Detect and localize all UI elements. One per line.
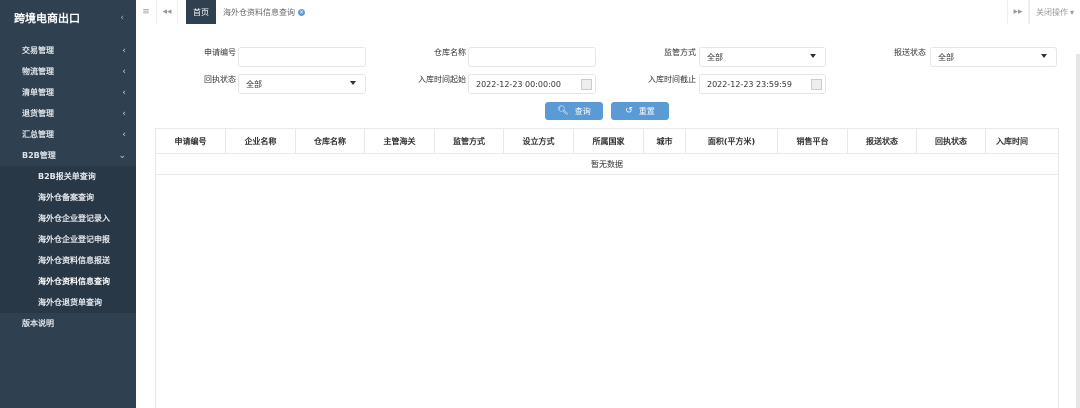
sidebar-item-label: 清单管理 (22, 88, 54, 97)
chevron-left-icon: ‹ (122, 66, 126, 77)
in-time-start-value: 2022-12-23 00:00:00 (476, 79, 561, 89)
column-header[interactable]: 报送状态 (848, 129, 917, 153)
chevron-left-icon: ‹ (122, 108, 126, 119)
caret-down-icon (350, 81, 356, 85)
chevron-left-icon: ‹ (122, 87, 126, 98)
report-status-select[interactable]: 全部 (930, 47, 1057, 67)
sidebar-item-label: 物流管理 (22, 67, 54, 76)
close-operations-label: 关闭操作 (1035, 7, 1068, 17)
column-header[interactable]: 所属国家 (574, 129, 644, 153)
sidebar-item-trade[interactable]: 交易管理 ‹ (0, 40, 136, 61)
reset-button-label: 重置 (638, 106, 655, 116)
supervision-label: 监管方式 (664, 48, 696, 57)
collapse-chevron-icon[interactable]: ‹ (120, 13, 124, 23)
submenu-item-info-query[interactable]: 海外仓资料信息查询 (0, 271, 136, 292)
tab-bar: ≡ ◂◂ 首页 海外仓资料信息查询 × ▸▸ 关闭操作 ▾ (136, 0, 1080, 25)
close-icon[interactable]: × (298, 8, 305, 16)
vertical-scrollbar[interactable] (1076, 54, 1080, 408)
supervision-value: 全部 (707, 52, 723, 62)
column-header[interactable]: 申请编号 (156, 129, 226, 153)
sidebar-item-label: 交易管理 (22, 46, 54, 55)
in-time-start-input[interactable]: 2022-12-23 00:00:00 (468, 74, 596, 94)
report-status-label: 报送状态 (894, 48, 926, 57)
column-header[interactable]: 面积(平方米) (686, 129, 778, 153)
caret-down-icon: ▾ (1069, 7, 1074, 17)
app-logo: 跨境电商出口 ‹ (0, 0, 136, 36)
b2b-submenu: B2B报关单查询 海外仓备案查询 海外仓企业登记录入 海外仓企业登记申报 海外仓… (0, 166, 136, 313)
submenu-item-b2b-declaration[interactable]: B2B报关单查询 (0, 166, 136, 187)
chevron-left-icon: ‹ (122, 45, 126, 56)
search-button-label: 查询 (574, 106, 591, 116)
main-content: 申请编号 仓库名称 监管方式 全部 报送状态 全部 回执状态 全部 入库时间起始… (136, 24, 1080, 408)
supervision-select[interactable]: 全部 (699, 47, 826, 67)
in-time-end-value: 2022-12-23 23:59:59 (707, 79, 792, 89)
calendar-icon[interactable] (811, 79, 822, 90)
search-icon: 🔍︎ (557, 106, 569, 116)
receipt-status-value: 全部 (246, 79, 262, 89)
scroll-right-icon[interactable]: ▸▸ (1006, 0, 1029, 24)
sidebar-item-version[interactable]: 版本说明 (0, 313, 136, 334)
caret-down-icon (810, 54, 816, 58)
sidebar-item-logistics[interactable]: 物流管理 ‹ (0, 61, 136, 82)
sidebar-item-manifest[interactable]: 清单管理 ‹ (0, 82, 136, 103)
column-header[interactable]: 城市 (644, 129, 686, 153)
menu-toggle-icon[interactable]: ≡ (136, 0, 157, 24)
submenu-item-return-query[interactable]: 海外仓退货单查询 (0, 292, 136, 313)
close-operations-dropdown[interactable]: 关闭操作 ▾ (1028, 0, 1080, 24)
results-table: 申请编号 企业名称 仓库名称 主管海关 监管方式 设立方式 所属国家 城市 面积… (155, 128, 1059, 408)
tab-label: 海外仓资料信息查询 (223, 7, 295, 17)
tab-bar-right: ▸▸ 关闭操作 ▾ (1006, 0, 1080, 24)
sidebar-item-label: 退货管理 (22, 109, 54, 118)
warehouse-name-input[interactable] (468, 47, 596, 67)
empty-row: 暂无数据 (156, 154, 1058, 175)
tab-home[interactable]: 首页 (186, 0, 216, 24)
sidebar-menu: 交易管理 ‹ 物流管理 ‹ 清单管理 ‹ 退货管理 ‹ 汇总管理 ‹ B2B管理… (0, 40, 136, 334)
table-header: 申请编号 企业名称 仓库名称 主管海关 监管方式 设立方式 所属国家 城市 面积… (156, 129, 1058, 154)
in-time-end-input[interactable]: 2022-12-23 23:59:59 (699, 74, 826, 94)
report-status-value: 全部 (938, 52, 954, 62)
sidebar-item-b2b[interactable]: B2B管理 ⌄ (0, 145, 136, 166)
receipt-status-select[interactable]: 全部 (238, 74, 366, 94)
submenu-item-warehouse-filing[interactable]: 海外仓备案查询 (0, 187, 136, 208)
column-header[interactable]: 销售平台 (778, 129, 848, 153)
chevron-left-icon: ‹ (122, 129, 126, 140)
receipt-status-label: 回执状态 (204, 75, 236, 84)
chevron-down-icon: ⌄ (118, 150, 126, 161)
sidebar-item-label: B2B管理 (22, 151, 56, 160)
column-header[interactable]: 入库时间 (986, 129, 1038, 153)
apply-no-input[interactable] (238, 47, 366, 67)
scroll-left-icon[interactable]: ◂◂ (157, 0, 178, 24)
sidebar-item-label: 汇总管理 (22, 130, 54, 139)
sidebar-item-returns[interactable]: 退货管理 ‹ (0, 103, 136, 124)
column-header[interactable]: 设立方式 (504, 129, 574, 153)
column-header[interactable]: 监管方式 (435, 129, 504, 153)
in-time-end-label: 入库时间截止 (648, 75, 696, 84)
sidebar-item-summary[interactable]: 汇总管理 ‹ (0, 124, 136, 145)
apply-no-label: 申请编号 (204, 48, 236, 57)
tab-current[interactable]: 海外仓资料信息查询 × (216, 0, 312, 24)
reset-icon: ↺ (625, 106, 633, 116)
submenu-item-enterprise-declare[interactable]: 海外仓企业登记申报 (0, 229, 136, 250)
submenu-item-info-report[interactable]: 海外仓资料信息报送 (0, 250, 136, 271)
caret-down-icon (1041, 54, 1047, 58)
column-header[interactable]: 仓库名称 (296, 129, 365, 153)
sidebar-item-label: 版本说明 (22, 319, 54, 328)
app-title: 跨境电商出口 (14, 12, 80, 25)
column-header[interactable]: 回执状态 (917, 129, 986, 153)
in-time-start-label: 入库时间起始 (418, 75, 466, 84)
column-header[interactable]: 企业名称 (226, 129, 296, 153)
calendar-icon[interactable] (581, 79, 592, 90)
warehouse-name-label: 仓库名称 (434, 48, 466, 57)
reset-button[interactable]: ↺ 重置 (611, 102, 669, 120)
column-header[interactable]: 主管海关 (365, 129, 435, 153)
search-button[interactable]: 🔍︎ 查询 (545, 102, 603, 120)
submenu-item-enterprise-entry[interactable]: 海外仓企业登记录入 (0, 208, 136, 229)
sidebar: 跨境电商出口 ‹ 交易管理 ‹ 物流管理 ‹ 清单管理 ‹ 退货管理 ‹ 汇总管… (0, 0, 136, 408)
